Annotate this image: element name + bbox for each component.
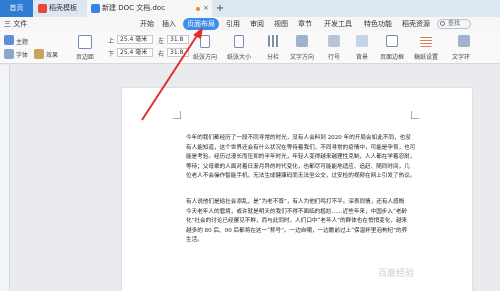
effect-icon	[34, 49, 44, 59]
ribbon-toolbar: 主题 字体 效果 页边距 上 25.4 毫米 下 25.4 毫米 左 31.8 …	[0, 31, 500, 64]
text-wrap-icon	[458, 35, 470, 47]
tab-document-label: 新建 DOC 文档.doc	[102, 4, 166, 12]
text-direction-button[interactable]: 文字方向	[290, 52, 314, 61]
text-line: 化”社会的讨论已经屡见不鲜，而与此同时，人们口中“老年人”的群体也在悄悄变化，越…	[186, 218, 408, 224]
text-line: 今年的我们都经历了一段不同寻常的时光，没有人会料到 2020 年的开局会如此不同…	[186, 135, 411, 141]
menu-file[interactable]: 三 文件	[4, 17, 27, 31]
tab-daoke-label: 稻壳模板	[49, 4, 77, 12]
line-number-button[interactable]: 行号	[328, 52, 340, 61]
text-line: 有人能知道，这个世界还会有什么状况在等待着我们，不同寻常的疫情中，可能是孕育，也…	[186, 144, 416, 151]
margin-top-label: 上	[108, 38, 115, 45]
daoke-logo-icon	[38, 4, 47, 13]
margin-icon	[78, 35, 92, 49]
line-number-icon	[328, 35, 340, 47]
theme-button[interactable]: 主题	[16, 37, 28, 46]
menu-view[interactable]: 视图	[274, 17, 288, 31]
paper-size-button[interactable]: 纸张大小	[227, 52, 251, 61]
text-line: 生活。	[186, 237, 203, 243]
new-tab-button[interactable]: +	[214, 0, 226, 17]
orientation-icon	[200, 35, 210, 48]
theme-icon	[4, 35, 14, 45]
paragraph-1[interactable]: 今年的我们都经历了一段不同寻常的时光，没有人会料到 2020 年的开局会如此不同…	[186, 134, 415, 182]
margin-corner-mark	[411, 111, 419, 119]
menu-chapter[interactable]: 章节	[298, 17, 312, 31]
vertical-ruler	[0, 65, 10, 291]
paper-size-icon	[234, 35, 244, 48]
effect-button[interactable]: 效果	[46, 50, 58, 59]
unsaved-dot-icon	[196, 7, 200, 11]
columns-button[interactable]: 分栏	[267, 52, 279, 61]
menu-premium[interactable]: 稻壳资源	[402, 17, 430, 31]
columns-icon	[268, 35, 280, 47]
title-tab-bar: 首页 稻壳模板 新建 DOC 文档.doc × +	[0, 0, 500, 17]
page-border-button[interactable]: 页面边框	[380, 52, 404, 61]
page-border-icon	[386, 35, 398, 47]
text-line: 有人说他们是给社会添乱，是“为老不尊”，有人为他们鸣打不平。深表同情，还有人感慨	[186, 199, 405, 205]
margin-button[interactable]: 页边距	[76, 52, 94, 61]
text-line: 等待；父母辈的人面对着日渐月异的时代变化，也都尽可能能地适应、追赶、随同时间，几	[186, 163, 410, 170]
text-line: 能是考验。经历过漫长而压抑的半年时光，年轻人变得越来越理性克制，人人都在学着忍耐…	[186, 154, 416, 160]
font-button[interactable]: 字体	[16, 50, 28, 59]
margin-left-input[interactable]: 31.8	[167, 35, 189, 44]
margin-corner-mark	[173, 111, 181, 119]
text-direction-icon	[296, 35, 308, 47]
menu-special[interactable]: 特色功能	[364, 17, 392, 31]
tab-document[interactable]: 新建 DOC 文档.doc ×	[87, 0, 212, 17]
manuscript-button[interactable]: 稿纸设置	[414, 52, 438, 61]
menu-page-layout[interactable]: 页面布局	[183, 18, 219, 30]
paragraph-2[interactable]: 有人说他们是给社会添乱，是“为老不尊”，有人为他们鸣打不平。深表同情，还有人感慨…	[186, 198, 407, 246]
text-line: 位老人不会操作智能手机，无法生成健康码而无法坐公交，过安检的视频在网上引发了热议…	[186, 173, 416, 179]
menu-bar: 三 文件 开始 插入 页面布局 引用 审阅 视图 章节 开发工具 特色功能 稻壳…	[0, 17, 500, 31]
menu-dev-tools[interactable]: 开发工具	[324, 17, 352, 31]
margin-right-label: 右	[158, 51, 165, 58]
text-line: 越多的 80 后、90 后都将在这一“称号”。一边自嘲，一边瞻前过上“保温杯里泡…	[186, 227, 408, 234]
word-doc-icon	[91, 4, 100, 13]
margin-bottom-label: 下	[108, 51, 115, 58]
font-icon	[4, 49, 14, 59]
tab-daoke-template[interactable]: 稻壳模板	[34, 0, 84, 17]
search-label: 查找	[448, 20, 461, 27]
manuscript-icon	[420, 35, 432, 47]
watermark: 百度经验	[378, 269, 415, 279]
menu-reference[interactable]: 引用	[226, 17, 240, 31]
menu-start[interactable]: 开始	[140, 17, 154, 31]
search-box[interactable]: 查找	[437, 19, 471, 29]
margin-left-label: 左	[158, 38, 165, 45]
margin-right-input[interactable]: 31.8	[167, 48, 189, 57]
orientation-button[interactable]: 纸张方向	[193, 52, 217, 61]
margin-bottom-input[interactable]: 25.4 毫米	[117, 48, 153, 57]
background-icon	[356, 35, 368, 47]
text-line: 今天老年人的窘境，或许就是明天的我们不得不面临的尴尬……近些年来，中国步入“老龄	[186, 208, 408, 215]
tab-home[interactable]: 首页	[0, 0, 33, 17]
search-icon	[440, 21, 445, 26]
text-wrap-button[interactable]: 文字环	[452, 52, 470, 61]
menu-insert[interactable]: 插入	[162, 17, 176, 31]
margin-top-input[interactable]: 25.4 毫米	[117, 35, 153, 44]
menu-review[interactable]: 审阅	[250, 17, 264, 31]
close-tab-icon[interactable]: ×	[203, 0, 209, 17]
background-button[interactable]: 背景	[356, 52, 368, 61]
